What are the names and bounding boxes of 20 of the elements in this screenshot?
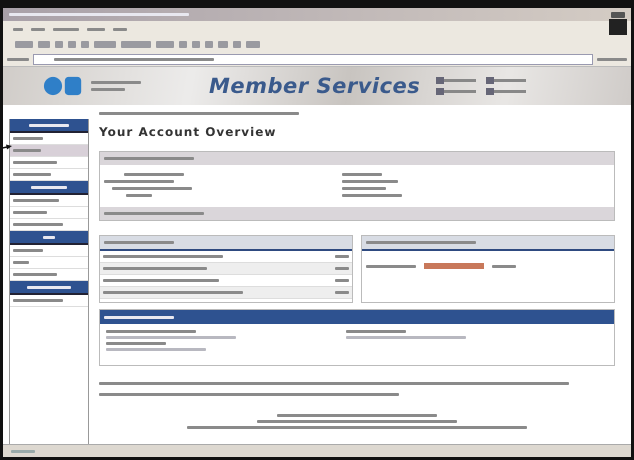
- blurred-text: [91, 81, 141, 84]
- address-field[interactable]: [33, 54, 593, 64]
- blurred-text: [13, 28, 23, 30]
- usage-bar: [424, 263, 484, 269]
- shield-logo-icon: [43, 75, 83, 97]
- blurred-text: [87, 28, 105, 30]
- header-link[interactable]: [486, 77, 526, 84]
- pointer-arrow: [3, 144, 12, 150]
- header-link[interactable]: [436, 88, 476, 95]
- blurred-text: [91, 88, 125, 91]
- header-link[interactable]: [436, 77, 476, 84]
- blurred-text: [31, 28, 45, 30]
- blurred-text: [7, 58, 29, 60]
- header-link[interactable]: [486, 88, 526, 95]
- blurred-text: [113, 28, 127, 30]
- banner-title: Member Services: [209, 74, 420, 98]
- blurred-text: [597, 58, 627, 60]
- sidebar-item[interactable]: [10, 145, 88, 157]
- blurred-text: [53, 28, 79, 30]
- page-heading: Your Account Overview: [99, 125, 278, 139]
